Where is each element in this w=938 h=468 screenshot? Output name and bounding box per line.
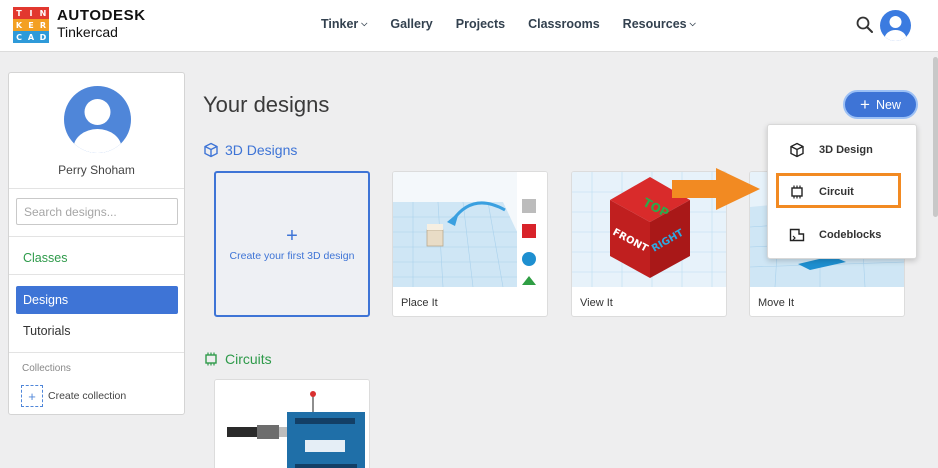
new-button-label: New <box>875 97 901 112</box>
menu-item-label: 3D Design <box>819 144 873 156</box>
page-scrollbar[interactable] <box>933 57 938 217</box>
chevron-down-icon: ⌵ <box>689 19 696 28</box>
plus-icon: + <box>286 225 298 247</box>
logo-letter: T <box>13 7 25 19</box>
logo-letter: A <box>25 31 37 43</box>
cube-icon <box>790 142 804 158</box>
profile-avatar[interactable] <box>64 86 131 153</box>
menu-item-3d-design[interactable]: 3D Design <box>768 133 918 167</box>
create-collection-button[interactable]: + Create collection <box>21 385 126 407</box>
divider <box>9 274 184 275</box>
circuit-design-card[interactable] <box>214 379 370 468</box>
nav-projects[interactable]: Projects <box>456 17 505 31</box>
brand-name[interactable]: AUTODESK Tinkercad <box>57 8 146 41</box>
logo-letter: K <box>13 19 25 31</box>
design-thumbnail <box>393 172 547 287</box>
nav-classrooms-label: Classrooms <box>528 17 600 31</box>
nav-resources[interactable]: Resources ⌵ <box>623 17 696 31</box>
arrow-callout-icon <box>672 168 760 210</box>
menu-item-label: Codeblocks <box>819 229 882 241</box>
top-navigation-bar: TINKERCAD AUTODESK Tinkercad Tinker ⌵ Gal… <box>0 0 938 52</box>
design-card-label: Move It <box>758 297 795 309</box>
divider <box>9 236 184 237</box>
chevron-down-icon: ⌵ <box>361 19 368 28</box>
tinkercad-logo[interactable]: TINKERCAD <box>13 7 49 43</box>
nav-tinker[interactable]: Tinker ⌵ <box>321 17 367 31</box>
circuit-chip-icon <box>205 352 217 366</box>
nav-classrooms[interactable]: Classrooms <box>528 17 600 31</box>
menu-item-codeblocks[interactable]: Codeblocks <box>768 218 918 252</box>
create-collection-label: Create collection <box>48 390 127 402</box>
plus-icon: + <box>21 385 43 407</box>
collections-heading: Collections <box>22 363 71 374</box>
sidebar: Perry Shoham Classes Designs Tutorials C… <box>8 72 185 415</box>
section-3d-designs-label: 3D Designs <box>225 142 298 158</box>
circuit-highlight-box <box>776 173 901 208</box>
logo-letter: C <box>13 31 25 43</box>
nav-projects-label: Projects <box>455 17 506 31</box>
logo-letter: R <box>37 19 49 31</box>
logo-letter: N <box>37 7 49 19</box>
plus-icon: + <box>860 95 870 114</box>
design-card-label: Place It <box>401 297 438 309</box>
logo-letter: I <box>25 7 37 19</box>
divider <box>9 352 184 353</box>
search-designs-input[interactable] <box>16 198 178 225</box>
design-card-place-it[interactable]: Place It <box>392 171 548 317</box>
user-avatar-icon[interactable] <box>880 10 911 41</box>
main-nav: Tinker ⌵ Gallery Projects Classrooms Reso… <box>321 17 719 31</box>
section-circuits: Circuits <box>203 351 272 367</box>
logo-letter: D <box>37 31 49 43</box>
brand-autodesk: AUTODESK <box>57 7 146 24</box>
nav-gallery[interactable]: Gallery <box>390 17 432 31</box>
create-3d-design-label: Create your first 3D design <box>229 250 355 262</box>
design-card-label: View It <box>580 297 613 309</box>
section-circuits-label: Circuits <box>225 351 272 367</box>
divider <box>9 188 184 189</box>
profile-username[interactable]: Perry Shoham <box>9 163 184 177</box>
sidebar-item-tutorials[interactable]: Tutorials <box>23 324 70 338</box>
brand-tinkercad: Tinkercad <box>57 24 118 40</box>
search-icon[interactable] <box>855 15 875 35</box>
nav-resources-label: Resources <box>622 17 687 31</box>
sidebar-item-classes[interactable]: Classes <box>23 251 67 265</box>
new-button[interactable]: + New <box>843 90 918 119</box>
codeblocks-icon <box>789 228 805 242</box>
create-3d-design-card[interactable]: + Create your first 3D design <box>214 171 370 317</box>
logo-letter: E <box>25 19 37 31</box>
nav-gallery-label: Gallery <box>390 17 433 31</box>
section-3d-designs: 3D Designs <box>203 142 297 158</box>
sidebar-item-designs[interactable]: Designs <box>16 286 178 314</box>
circuit-thumbnail <box>215 380 369 468</box>
cube-icon <box>204 142 218 158</box>
nav-tinker-label: Tinker <box>321 17 359 31</box>
page-title: Your designs <box>203 92 330 117</box>
